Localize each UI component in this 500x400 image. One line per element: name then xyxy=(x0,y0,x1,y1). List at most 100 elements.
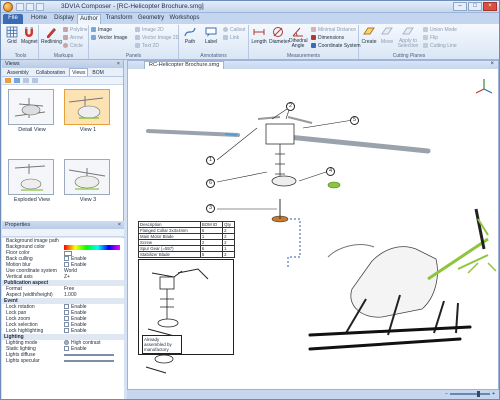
tab-views[interactable]: Views xyxy=(69,68,89,76)
group-annotations: Path Label Callout Link Annotations xyxy=(179,25,249,59)
helicopter-thumb-icon xyxy=(14,98,46,118)
view-label-view-3: View 3 xyxy=(79,197,97,203)
arrow-icon xyxy=(63,35,68,40)
axis-triad-icon[interactable] xyxy=(475,79,493,94)
tab-collaboration[interactable]: Collaboration xyxy=(33,68,68,76)
document-close-icon[interactable]: × xyxy=(490,61,494,67)
coordinate-system-button[interactable]: Coordinate System xyxy=(311,43,361,49)
dihedral-angle-label: Dihedral Angle xyxy=(289,38,308,49)
undo-icon[interactable] xyxy=(26,3,34,11)
view-options-icon[interactable] xyxy=(32,78,38,83)
apply-to-selection-button[interactable]: Apply to Selection xyxy=(397,26,419,49)
views-pane-close-icon[interactable]: × xyxy=(117,60,120,68)
callout-2[interactable]: 2 xyxy=(286,102,295,111)
magnet-icon xyxy=(25,27,33,37)
tab-author[interactable]: Author xyxy=(77,14,101,24)
create-label: Create xyxy=(361,39,377,45)
path-button[interactable]: Path xyxy=(182,26,198,45)
minimal-distance-button[interactable]: Minimal Distance xyxy=(311,27,356,33)
move-icon xyxy=(381,27,393,35)
view-thumbnail-exploded-view[interactable] xyxy=(8,159,54,195)
callout-button[interactable]: Callout xyxy=(223,27,246,33)
dihedral-angle-button[interactable]: Dihedral Angle xyxy=(289,26,308,49)
length-label: Length xyxy=(251,39,267,45)
callout-5[interactable]: 3 xyxy=(206,204,215,213)
zoom-slider-thumb[interactable] xyxy=(476,391,480,397)
cutting-line-button[interactable]: Cutting Line xyxy=(423,43,457,49)
callout-1[interactable]: 1 xyxy=(206,156,215,165)
circle-label: Circle xyxy=(70,43,83,49)
lights-specular-slider[interactable] xyxy=(64,360,114,362)
circle-button[interactable]: Circle xyxy=(63,43,83,49)
callout-4[interactable]: 4 xyxy=(326,167,335,176)
tab-workshops[interactable]: Workshops xyxy=(168,14,201,24)
union-mode-button[interactable]: Union Mode xyxy=(423,27,457,33)
group-label-annotations: Annotations xyxy=(200,53,227,59)
redo-icon[interactable] xyxy=(36,3,44,11)
view-thumbnail-view-1[interactable] xyxy=(64,89,110,125)
group-measurements: Length Diameter Dihedral Angle Minimal D… xyxy=(249,25,361,59)
polyline-icon xyxy=(63,27,68,32)
zoom-control[interactable]: − + xyxy=(445,391,495,397)
redlining-icon xyxy=(47,28,56,38)
create-button[interactable]: Create xyxy=(361,26,377,45)
diameter-button[interactable]: Diameter xyxy=(269,26,289,45)
redlining-button[interactable]: Redlining xyxy=(41,26,62,45)
main-rotor-drawing xyxy=(146,116,431,223)
tab-transform[interactable]: Transform xyxy=(103,14,135,24)
checkbox-icon xyxy=(64,322,69,327)
ribbon: Grid Magnet Tools Redlining Polyline Arr… xyxy=(1,24,499,60)
maximize-button[interactable]: □ xyxy=(468,2,482,11)
create-view-icon[interactable] xyxy=(5,78,11,83)
callout-3[interactable]: 5 xyxy=(350,116,359,125)
link-button[interactable]: Link xyxy=(223,35,239,41)
view-thumbnail-view-3[interactable] xyxy=(64,159,110,195)
magnet-button[interactable]: Magnet xyxy=(21,26,38,45)
apply-to-selection-label: Apply to Selection xyxy=(397,38,419,49)
dimensions-button[interactable]: Dimensions xyxy=(311,35,344,41)
view-thumbnail-detail-view[interactable] xyxy=(8,89,54,125)
prop-row[interactable]: Lights specular xyxy=(2,358,124,364)
arrow-button[interactable]: Arrow xyxy=(63,35,83,41)
vector-image-button[interactable]: Vector Image xyxy=(91,35,127,41)
image-button[interactable]: Image xyxy=(91,27,112,33)
tab-geometry[interactable]: Geometry xyxy=(136,14,166,24)
minimize-button[interactable]: – xyxy=(453,2,467,11)
checkbox-icon xyxy=(64,310,69,315)
image-2d-button[interactable]: Image 2D xyxy=(135,27,164,33)
tab-display[interactable]: Display xyxy=(51,14,77,24)
update-view-icon[interactable] xyxy=(14,78,20,83)
tab-bom[interactable]: BOM xyxy=(89,68,106,76)
dimensions-icon xyxy=(311,35,316,40)
background-color-swatch[interactable] xyxy=(64,244,120,250)
properties-pane-close-icon[interactable]: × xyxy=(118,221,121,229)
zoom-out-icon[interactable]: − xyxy=(445,391,448,397)
checkbox-icon xyxy=(64,328,69,333)
save-icon[interactable] xyxy=(16,3,24,11)
zoom-in-icon[interactable]: + xyxy=(492,391,495,397)
floor-color-swatch[interactable] xyxy=(64,250,72,256)
move-button[interactable]: Move xyxy=(379,26,395,45)
tab-home[interactable]: Home xyxy=(27,14,51,24)
lights-diffuse-slider[interactable] xyxy=(64,354,114,356)
label-button[interactable]: Label xyxy=(203,26,219,45)
length-button[interactable]: Length xyxy=(251,26,267,45)
image-2d-icon xyxy=(135,27,140,32)
callout-6[interactable]: 6 xyxy=(206,179,215,188)
tab-file[interactable]: File xyxy=(3,14,23,24)
bom-cell: Stabilizer Blade xyxy=(138,251,201,258)
tab-assembly[interactable]: Assembly xyxy=(4,68,32,76)
app-menu-icon[interactable] xyxy=(3,2,13,12)
polyline-button[interactable]: Polyline xyxy=(63,27,88,33)
grid-label: Grid xyxy=(7,39,17,45)
zoom-slider[interactable] xyxy=(450,391,491,397)
delete-view-icon[interactable] xyxy=(23,78,29,83)
vector-image-icon xyxy=(91,35,96,40)
text-2d-button[interactable]: Text 2D xyxy=(135,43,159,49)
flip-button[interactable]: Flip xyxy=(423,35,438,41)
checkbox-icon xyxy=(64,262,69,267)
vector-image-2d-button[interactable]: Vector Image 2D xyxy=(135,35,179,41)
grid-button[interactable]: Grid xyxy=(5,26,19,45)
close-button[interactable]: × xyxy=(483,2,497,11)
document-tab[interactable]: RC-Helicopter Brochure.smg xyxy=(144,61,225,69)
